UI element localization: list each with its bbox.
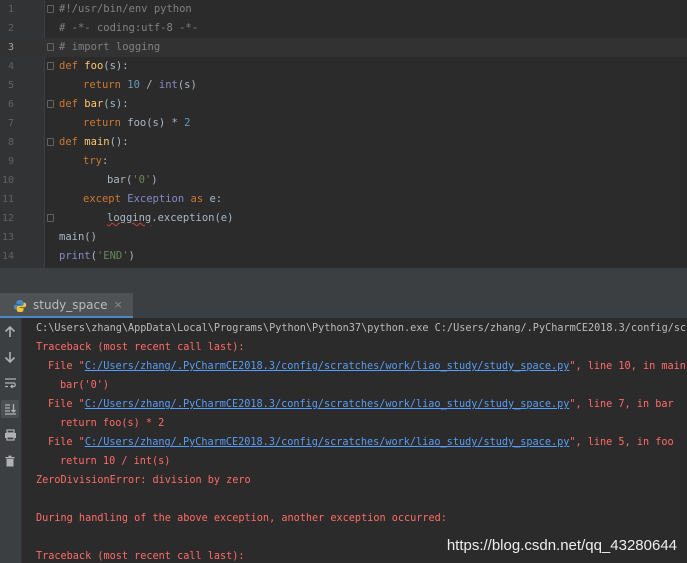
- code-line-10[interactable]: 10 bar('0'): [0, 171, 687, 190]
- fold-marker-icon[interactable]: [47, 5, 54, 13]
- code-text: return 10 / int(s): [83, 79, 197, 91]
- console-during-message: During handling of the above exception, …: [36, 513, 447, 524]
- run-tab-bar: study_space ×: [0, 293, 687, 319]
- scroll-to-end-icon[interactable]: [1, 400, 19, 418]
- code-text: # -*- coding:utf-8 -*-: [59, 22, 199, 34]
- line-number: 1: [7, 4, 14, 15]
- console-error-message: ZeroDivisionError: division by zero: [36, 475, 251, 486]
- line-number: 4: [7, 61, 14, 72]
- arrow-down-icon[interactable]: [1, 348, 19, 366]
- tab-label: study_space: [33, 297, 108, 312]
- close-icon[interactable]: ×: [113, 298, 122, 311]
- fold-marker-icon[interactable]: [47, 43, 54, 51]
- python-icon: [13, 298, 27, 312]
- line-number: 9: [7, 156, 14, 167]
- code-line-2[interactable]: 2 # -*- coding:utf-8 -*-: [0, 19, 687, 38]
- unresolved-reference: logging: [107, 212, 152, 224]
- soft-wrap-icon[interactable]: [1, 374, 19, 392]
- code-line-8[interactable]: 8 def main():: [0, 133, 687, 152]
- line-number: 13: [1, 232, 14, 243]
- panel-splitter[interactable]: [0, 268, 687, 293]
- code-line-12[interactable]: 12 logging.exception(e): [0, 209, 687, 228]
- code-line-4[interactable]: 4 def foo(s):: [0, 57, 687, 76]
- file-link[interactable]: C:/Users/zhang/.PyCharmCE2018.3/config/s…: [85, 399, 570, 410]
- line-number: 11: [1, 194, 14, 205]
- run-toolbar: [0, 318, 22, 563]
- console-traceback-header-2: Traceback (most recent call last):: [36, 551, 245, 562]
- code-text: main(): [59, 231, 97, 243]
- fold-marker-icon[interactable]: [47, 214, 54, 222]
- line-number: 8: [7, 137, 14, 148]
- fold-marker-icon[interactable]: [47, 138, 54, 146]
- code-text: print('END'): [59, 250, 135, 262]
- code-line-6[interactable]: 6 def bar(s):: [0, 95, 687, 114]
- code-line-11[interactable]: 11 except Exception as e:: [0, 190, 687, 209]
- line-number: 3: [7, 42, 14, 53]
- code-line-5[interactable]: 5 return 10 / int(s): [0, 76, 687, 95]
- line-number: 10: [1, 175, 14, 186]
- watermark: https://blog.csdn.net/qq_43280644: [446, 537, 677, 554]
- arrow-up-icon[interactable]: [1, 323, 19, 341]
- code-text: # import logging: [59, 41, 161, 53]
- code-line-14[interactable]: 14 print('END'): [0, 247, 687, 266]
- line-number: 6: [7, 99, 14, 110]
- run-tab-study-space[interactable]: study_space ×: [0, 293, 133, 318]
- line-number: 12: [1, 213, 14, 224]
- file-link[interactable]: C:/Users/zhang/.PyCharmCE2018.3/config/s…: [85, 437, 570, 448]
- code-text: def bar(s):: [59, 98, 129, 110]
- code-text: try:: [83, 155, 109, 167]
- code-line-3-current[interactable]: 3 # import logging: [0, 38, 687, 57]
- file-link[interactable]: C:/Users/zhang/.PyCharmCE2018.3/config/s…: [85, 361, 570, 372]
- console-output[interactable]: C:\Users\zhang\AppData\Local\Programs\Py…: [22, 318, 687, 563]
- code-text: def main():: [59, 136, 129, 148]
- line-number: 5: [7, 80, 14, 91]
- code-editor[interactable]: 1 #!/usr/bin/env python 2 # -*- coding:u…: [0, 0, 687, 268]
- print-icon[interactable]: [1, 426, 19, 444]
- code-line-1[interactable]: 1 #!/usr/bin/env python: [0, 0, 687, 19]
- line-number: 7: [7, 118, 14, 129]
- console-traceback-frame: File "C:/Users/zhang/.PyCharmCE2018.3/co…: [48, 399, 674, 410]
- console-traceback-code: return 10 / int(s): [60, 456, 171, 467]
- console-command-line: C:\Users\zhang\AppData\Local\Programs\Py…: [36, 323, 687, 334]
- code-text: #!/usr/bin/env python: [59, 3, 192, 15]
- code-line-9[interactable]: 9 try:: [0, 152, 687, 171]
- code-text: bar('0'): [107, 174, 158, 186]
- fold-marker-icon[interactable]: [47, 100, 54, 108]
- code-text: except Exception as e:: [83, 193, 223, 205]
- console-traceback-frame: File "C:/Users/zhang/.PyCharmCE2018.3/co…: [48, 361, 686, 372]
- code-text: def foo(s):: [59, 60, 129, 72]
- console-traceback-code: bar('0'): [60, 380, 110, 391]
- console-traceback-frame: File "C:/Users/zhang/.PyCharmCE2018.3/co…: [48, 437, 674, 448]
- console-traceback-header: Traceback (most recent call last):: [36, 342, 245, 353]
- fold-marker-icon[interactable]: [47, 62, 54, 70]
- line-number: 2: [7, 23, 14, 34]
- code-line-7[interactable]: 7 return foo(s) * 2: [0, 114, 687, 133]
- line-number: 14: [1, 251, 14, 262]
- console-traceback-code: return foo(s) * 2: [60, 418, 165, 429]
- code-line-13[interactable]: 13 main(): [0, 228, 687, 247]
- code-text: return foo(s) * 2: [83, 117, 191, 129]
- trash-icon[interactable]: [1, 452, 19, 470]
- code-text: logging.exception(e): [107, 212, 234, 224]
